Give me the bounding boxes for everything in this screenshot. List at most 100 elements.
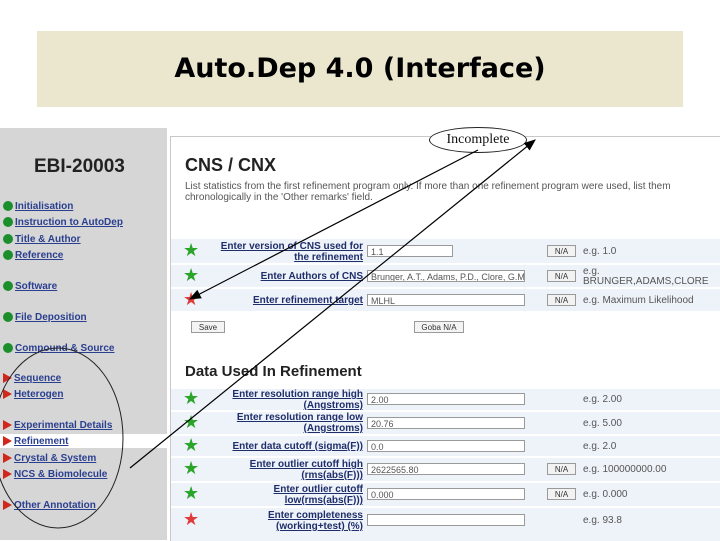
red-triangle-icon bbox=[3, 436, 12, 446]
example-text: e.g. 93.8 bbox=[583, 515, 622, 526]
red-triangle-icon bbox=[3, 469, 12, 479]
example-text: e.g. 5.00 bbox=[583, 418, 622, 429]
green-dot-icon bbox=[3, 217, 13, 227]
sidebar-item-crystal-system[interactable]: Crystal & System bbox=[3, 451, 96, 465]
sidebar-item-instruction[interactable]: Instruction to AutoDep bbox=[3, 215, 123, 229]
complete-star-icon: ★ bbox=[183, 388, 200, 409]
form-row-outlier-low: ★ Enter outlier cutoff low(rms(abs(F))) 0… bbox=[171, 483, 720, 506]
sidebar-item-file-deposition[interactable]: File Deposition bbox=[3, 310, 87, 324]
refinement-target-input[interactable]: MLHL bbox=[367, 294, 525, 306]
completeness-input[interactable] bbox=[367, 514, 525, 526]
main-panel: CNS / CNX List statistics from the first… bbox=[170, 136, 720, 541]
sidebar-item-label: Initialisation bbox=[15, 200, 74, 212]
sidebar-item-label: Sequence bbox=[14, 372, 62, 384]
example-text: e.g. 100000000.00 bbox=[583, 464, 667, 475]
form-row-data-cutoff: ★ Enter data cutoff (sigma(F)) 0.0 e.g. … bbox=[171, 436, 720, 456]
form-row-resolution-low: ★ Enter resolution range low (Angstroms) … bbox=[171, 412, 720, 434]
save-button[interactable]: Save bbox=[191, 321, 225, 333]
sidebar-item-label: Experimental Details bbox=[14, 419, 113, 431]
form-row-cns-authors: ★ Enter Authors of CNS Brunger, A.T., Ad… bbox=[171, 265, 720, 287]
section-description: List statistics from the first refinemen… bbox=[185, 181, 671, 203]
field-label-line2: (Angstroms) bbox=[303, 423, 363, 434]
outlier-high-input[interactable]: 2622565.80 bbox=[367, 463, 525, 475]
goba-na-button[interactable]: Goba N/A bbox=[414, 321, 464, 333]
red-triangle-icon bbox=[3, 500, 12, 510]
callout-label: Incomplete bbox=[446, 132, 510, 147]
sidebar-item-label: Instruction to AutoDep bbox=[15, 216, 123, 228]
sidebar-item-label: Title & Author bbox=[15, 233, 81, 245]
na-button[interactable]: N/A bbox=[547, 245, 576, 257]
resolution-high-input[interactable]: 2.00 bbox=[367, 393, 525, 405]
green-dot-icon bbox=[3, 281, 13, 291]
sidebar-item-ncs-biomolecule[interactable]: NCS & Biomolecule bbox=[3, 467, 107, 481]
complete-star-icon: ★ bbox=[183, 435, 200, 456]
na-button[interactable]: N/A bbox=[547, 294, 576, 306]
field-label-line1: Enter resolution range high bbox=[232, 389, 363, 400]
example-text: e.g. BRUNGER,ADAMS,CLORE bbox=[583, 267, 709, 287]
sidebar-item-refinement[interactable]: Refinement bbox=[0, 434, 167, 448]
sidebar-item-experimental-details[interactable]: Experimental Details bbox=[3, 418, 112, 432]
incomplete-star-icon: ★ bbox=[183, 509, 200, 530]
example-text: e.g. 1.0 bbox=[583, 246, 617, 257]
sidebar-item-label: Software bbox=[15, 280, 58, 292]
cns-authors-input[interactable]: Brunger, A.T., Adams, P.D., Clore, G.M.,… bbox=[367, 270, 525, 282]
form-row-completeness: ★ Enter completeness (working+test) (%) e… bbox=[171, 508, 720, 541]
form-row-cns-version: ★ Enter version of CNS used for the refin… bbox=[171, 239, 720, 263]
field-label[interactable]: Enter resolution range high (Angstroms) bbox=[232, 389, 363, 411]
sidebar-item-label: Refinement bbox=[14, 435, 69, 447]
sidebar-item-label: Reference bbox=[15, 249, 64, 261]
sidebar-item-software[interactable]: Software bbox=[3, 279, 57, 293]
complete-star-icon: ★ bbox=[183, 483, 200, 504]
entry-id: EBI-20003 bbox=[34, 156, 125, 177]
sidebar-item-heterogen[interactable]: Heterogen bbox=[3, 387, 63, 401]
green-dot-icon bbox=[3, 250, 13, 260]
sidebar-item-sequence[interactable]: Sequence bbox=[3, 371, 61, 385]
na-button[interactable]: N/A bbox=[547, 463, 576, 475]
field-label-line1: Enter completeness bbox=[267, 510, 363, 521]
sidebar-item-label: Heterogen bbox=[14, 388, 64, 400]
data-cutoff-input[interactable]: 0.0 bbox=[367, 440, 525, 452]
green-dot-icon bbox=[3, 201, 13, 211]
red-triangle-icon bbox=[3, 420, 12, 430]
field-label[interactable]: Enter Authors of CNS bbox=[261, 271, 363, 282]
field-label-line2: (working+test) (%) bbox=[276, 521, 363, 532]
field-label-line2: (Angstroms) bbox=[303, 400, 363, 411]
na-button[interactable]: N/A bbox=[547, 488, 576, 500]
field-label-line1: Enter resolution range low bbox=[236, 412, 363, 423]
sidebar-item-label: NCS & Biomolecule bbox=[14, 468, 108, 480]
resolution-low-input[interactable]: 20.76 bbox=[367, 417, 525, 429]
sidebar-item-other-annotation[interactable]: Other Annotation bbox=[3, 498, 96, 512]
example-text: e.g. 2.00 bbox=[583, 394, 622, 405]
title-banner: Auto.Dep 4.0 (Interface) bbox=[37, 31, 683, 107]
field-label-line2: (rms(abs(F))) bbox=[301, 470, 363, 481]
complete-star-icon: ★ bbox=[183, 412, 200, 433]
field-label-line1: Enter outlier cutoff bbox=[273, 484, 363, 495]
field-label[interactable]: Enter resolution range low (Angstroms) bbox=[237, 412, 363, 434]
field-label[interactable]: Enter completeness (working+test) (%) bbox=[268, 510, 363, 532]
field-label[interactable]: Enter data cutoff (sigma(F)) bbox=[232, 441, 363, 452]
sidebar-item-label: Compound & Source bbox=[15, 342, 115, 354]
field-label[interactable]: Enter outlier cutoff high (rms(abs(F))) bbox=[250, 459, 363, 481]
form-row-resolution-high: ★ Enter resolution range high (Angstroms)… bbox=[171, 388, 720, 411]
complete-star-icon: ★ bbox=[183, 265, 200, 286]
green-dot-icon bbox=[3, 312, 13, 322]
sidebar-item-initialisation[interactable]: Initialisation bbox=[3, 199, 73, 213]
example-text: e.g. 0.000 bbox=[583, 489, 628, 500]
sidebar-item-label: Other Annotation bbox=[14, 499, 96, 511]
outlier-low-input[interactable]: 0.000 bbox=[367, 488, 525, 500]
green-dot-icon bbox=[3, 343, 13, 353]
na-button[interactable]: N/A bbox=[547, 270, 576, 282]
sidebar-item-label: File Deposition bbox=[15, 311, 87, 323]
field-label[interactable]: Enter refinement target bbox=[253, 295, 363, 306]
field-label-line1: Enter outlier cutoff high bbox=[249, 459, 363, 470]
sidebar-item-compound-source[interactable]: Compound & Source bbox=[3, 341, 114, 355]
red-triangle-icon bbox=[3, 453, 12, 463]
field-label[interactable]: Enter outlier cutoff low(rms(abs(F))) bbox=[274, 484, 363, 506]
field-label-line2: the refinement bbox=[294, 252, 363, 263]
cns-version-input[interactable]: 1.1 bbox=[367, 245, 453, 257]
sidebar-item-reference[interactable]: Reference bbox=[3, 248, 63, 262]
field-label[interactable]: Enter version of CNS used for the refinem… bbox=[221, 241, 363, 263]
complete-star-icon: ★ bbox=[183, 458, 200, 479]
sidebar-item-title-author[interactable]: Title & Author bbox=[3, 232, 81, 246]
slide-title: Auto.Dep 4.0 (Interface) bbox=[174, 53, 546, 84]
